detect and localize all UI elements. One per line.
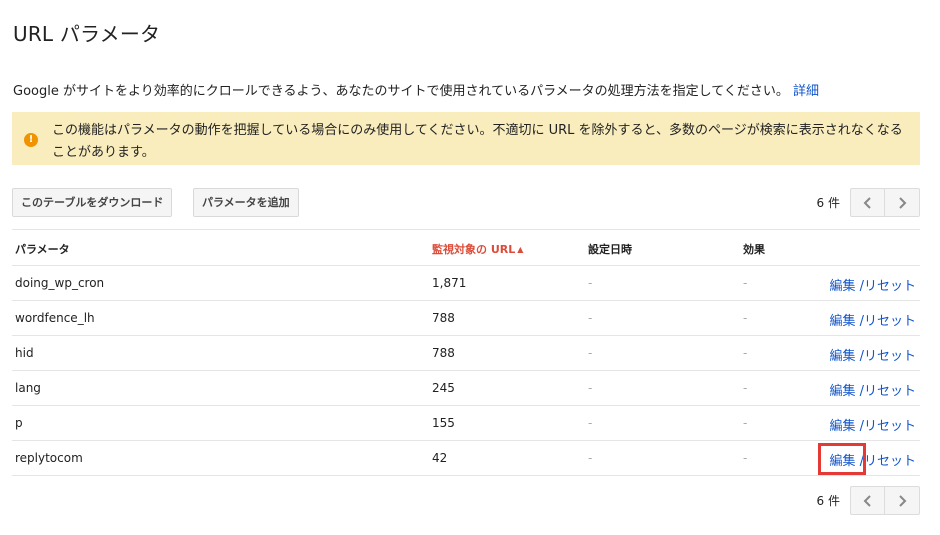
monitored-url-count: 1,871 [432, 276, 467, 290]
sort-ascending-icon: ▲ [517, 245, 524, 254]
reset-link[interactable]: リセット [864, 314, 916, 329]
pagination-bottom: 6 件 [817, 486, 920, 515]
url-parameters-page: URL パラメータ Google がサイトをより効率的にクロールできるよう、あな… [0, 0, 940, 535]
table-row: hid 788 - - 編集 /リセット [12, 336, 920, 371]
edit-link[interactable]: 編集 [829, 279, 855, 294]
param-name: replytocom [15, 451, 83, 465]
chevron-right-icon [899, 494, 907, 507]
header-parameter[interactable]: パラメータ [15, 241, 70, 257]
page-description: Google がサイトをより効率的にクロールできるよう、あなたのサイトで使用され… [13, 80, 819, 99]
monitored-url-count: 788 [432, 346, 455, 360]
warning-text: この機能はパラメータの動作を把握している場合にのみ使用してください。不適切に U… [52, 123, 903, 160]
row-actions: 編集 /リセット [829, 450, 916, 469]
row-actions: 編集 /リセット [829, 380, 916, 399]
effect-value: - [743, 276, 748, 290]
description-text: Google がサイトをより効率的にクロールできるよう、あなたのサイトで使用され… [13, 84, 789, 99]
header-monitored-urls[interactable]: 監視対象の URL ▲ [432, 241, 523, 257]
effect-value: - [743, 346, 748, 360]
edit-link[interactable]: 編集 [829, 384, 855, 399]
reset-link[interactable]: リセット [864, 454, 916, 469]
action-separator: / [855, 279, 864, 294]
table-header: パラメータ 監視対象の URL ▲ 設定日時 効果 [12, 229, 920, 266]
action-separator: / [855, 314, 864, 329]
effect-value: - [743, 416, 748, 430]
warning-banner: ! この機能はパラメータの動作を把握している場合にのみ使用してください。不適切に… [12, 112, 920, 165]
table-row: wordfence_lh 788 - - 編集 /リセット [12, 301, 920, 336]
next-page-button[interactable] [885, 486, 920, 515]
table-row: p 155 - - 編集 /リセット [12, 406, 920, 441]
reset-link[interactable]: リセット [864, 419, 916, 434]
result-count: 6 件 [816, 196, 840, 210]
chevron-left-icon [863, 494, 871, 507]
monitored-url-count: 788 [432, 311, 455, 325]
param-name: wordfence_lh [15, 311, 95, 325]
param-name: hid [15, 346, 34, 360]
previous-page-button[interactable] [850, 188, 885, 217]
configured-date: - [588, 381, 593, 395]
edit-link[interactable]: 編集 [829, 419, 855, 434]
reset-link[interactable]: リセット [864, 384, 916, 399]
row-actions: 編集 /リセット [829, 415, 916, 434]
configured-date: - [588, 276, 593, 290]
header-effect[interactable]: 効果 [743, 241, 765, 257]
row-actions: 編集 /リセット [829, 275, 916, 294]
edit-link[interactable]: 編集 [829, 314, 855, 329]
param-name: doing_wp_cron [15, 276, 105, 290]
action-separator: / [855, 419, 864, 434]
header-configured-date[interactable]: 設定日時 [588, 241, 632, 257]
reset-link[interactable]: リセット [864, 279, 916, 294]
table-row: doing_wp_cron 1,871 - - 編集 /リセット [12, 266, 920, 301]
download-table-button[interactable]: このテーブルをダウンロード [12, 188, 173, 217]
table-row: lang 245 - - 編集 /リセット [12, 371, 920, 406]
reset-link[interactable]: リセット [864, 349, 916, 364]
monitored-url-count: 42 [432, 451, 448, 465]
monitored-url-count: 245 [432, 381, 455, 395]
edit-link[interactable]: 編集 [829, 454, 855, 469]
page-title: URL パラメータ [13, 22, 161, 46]
action-separator: / [855, 454, 864, 469]
header-monitored-urls-label: 監視対象の URL [432, 243, 516, 256]
chevron-right-icon [899, 196, 907, 209]
add-parameter-button[interactable]: パラメータを追加 [193, 188, 299, 217]
param-name: lang [15, 381, 41, 395]
exclamation-icon: ! [24, 133, 38, 147]
learn-more-link[interactable]: 詳細 [793, 84, 819, 99]
next-page-button[interactable] [885, 188, 920, 217]
result-count: 6 件 [816, 494, 840, 508]
parameters-table: パラメータ 監視対象の URL ▲ 設定日時 効果 doing_wp_cron 1… [12, 229, 920, 476]
row-actions: 編集 /リセット [829, 310, 916, 329]
effect-value: - [743, 451, 748, 465]
configured-date: - [588, 416, 593, 430]
param-name: p [15, 416, 23, 430]
action-separator: / [855, 384, 864, 399]
edit-link[interactable]: 編集 [829, 349, 855, 364]
previous-page-button[interactable] [850, 486, 885, 515]
action-separator: / [855, 349, 864, 364]
configured-date: - [588, 346, 593, 360]
chevron-left-icon [863, 196, 871, 209]
table-row: replytocom 42 - - 編集 /リセット [12, 441, 920, 476]
row-actions: 編集 /リセット [829, 345, 916, 364]
effect-value: - [743, 381, 748, 395]
configured-date: - [588, 311, 593, 325]
configured-date: - [588, 451, 593, 465]
pagination-top: 6 件 [817, 188, 920, 217]
monitored-url-count: 155 [432, 416, 455, 430]
effect-value: - [743, 311, 748, 325]
